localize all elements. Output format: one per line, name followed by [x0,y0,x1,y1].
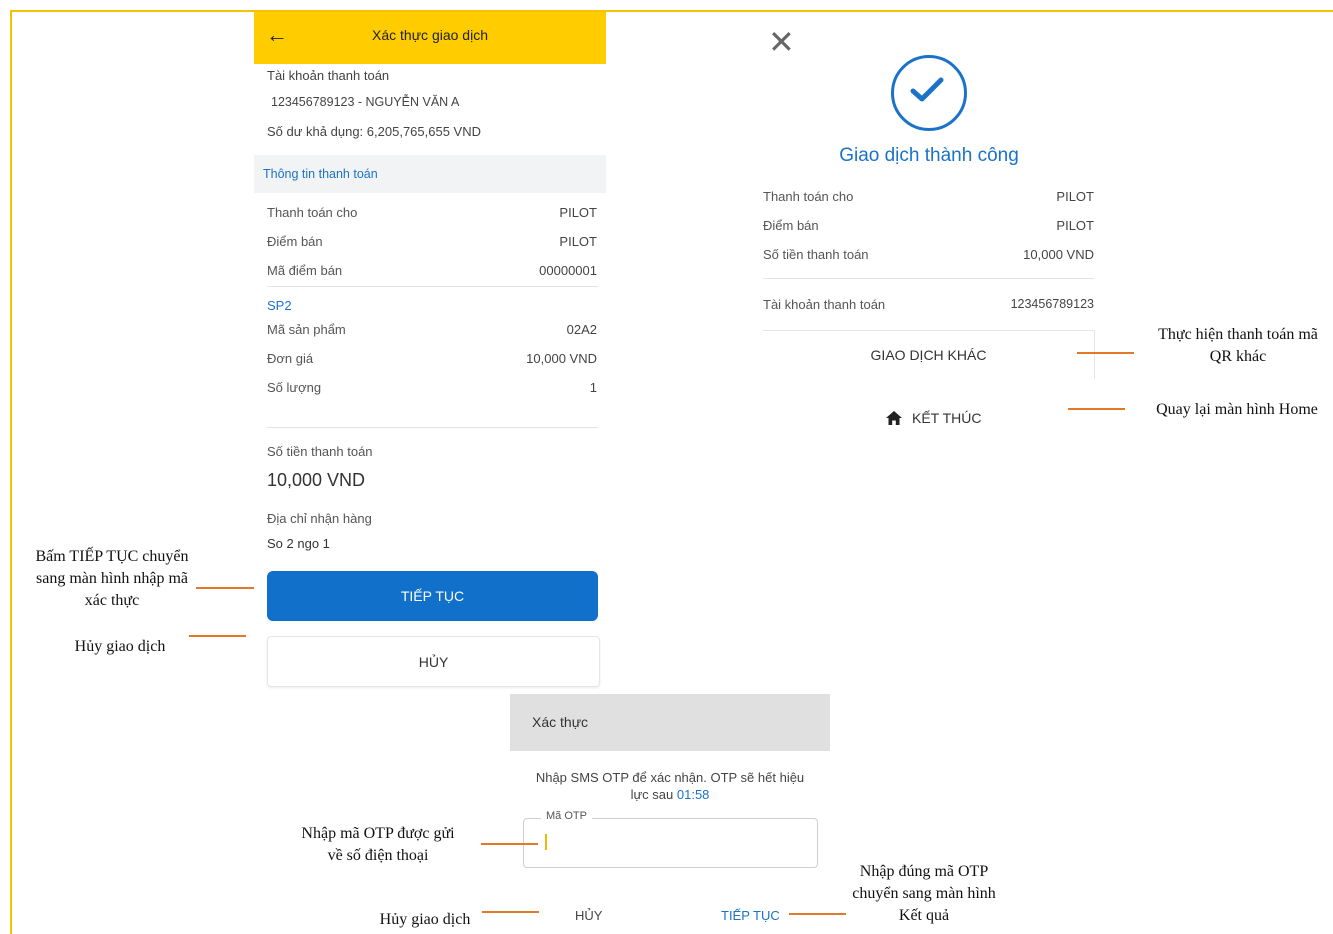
annotation-continue: Bấm TIẾP TỤC chuyển sang màn hình nhập m… [14,546,210,612]
annotation-text: Thực hiện thanh toán mã [1158,326,1318,343]
amount-label: Số tiền thanh toán [267,444,373,459]
frame-border-top [10,10,1333,12]
check-circle-icon [891,55,967,131]
cancel-button[interactable]: HỦY [267,636,600,687]
divider [267,286,598,287]
annotation-line [481,843,538,845]
section-title: Thông tin thanh toán [263,167,378,181]
info-row: Mã điểm bán 00000001 [267,263,597,278]
otp-message-line1: Nhập SMS OTP để xác nhận. OTP sẽ hết hiệ… [535,770,805,785]
row-value: PILOT [1056,218,1094,233]
row-value: 10,000 VND [526,351,597,366]
annotation-line [789,913,846,915]
address-label: Địa chỉ nhận hàng [267,511,372,526]
close-icon[interactable]: ✕ [768,26,795,58]
otp-continue-button[interactable]: TIẾP TỤC [721,908,780,923]
annotation-other-qr: Thực hiện thanh toán mã QR khác [1138,324,1333,368]
row-value: PILOT [559,205,597,220]
annotation-line [1068,408,1125,410]
home-icon [886,411,902,425]
annotation-otp-next: Nhập đúng mã OTP chuyển sang màn hình Kế… [832,861,1016,927]
balance-line: Số dư khả dụng: 6,205,765,655 VND [267,124,481,139]
amount-value: 10,000 VND [267,470,366,490]
success-title: Giao dịch thành công [839,145,1019,166]
annotation-line [482,911,539,913]
otp-text-caret [545,834,547,850]
annotation-home: Quay lại màn hình Home [1156,401,1318,418]
annotation-text: sang màn hình nhập mã [36,570,188,587]
row-label: Điểm bán [267,234,323,249]
end-button[interactable]: KẾT THÚC [886,410,982,426]
otp-field-label: Mã OTP [541,810,592,822]
otp-dialog-header: Xác thực [510,694,830,751]
payment-info-section: Thông tin thanh toán [254,155,606,193]
result-account-row: Tài khoản thanh toán 123456789123 [763,297,1094,312]
annotation-line [189,635,246,637]
otp-message-line2: lực sau 01:58 [510,786,830,803]
divider [763,278,1094,279]
product-row: Đơn giá 10,000 VND [267,351,597,366]
annotation-cancel: Hủy giao dịch [74,638,166,655]
confirm-header: ← Xác thực giao dịch [254,12,606,64]
annotation-text: Bấm TIẾP TỤC chuyển [35,548,189,565]
divider [267,427,598,428]
row-label: Đơn giá [267,351,314,366]
annotation-line [1077,352,1134,354]
row-label: Số tiền thanh toán [763,247,869,262]
balance-label: Số dư khả dụng: [267,124,364,139]
otp-message: Nhập SMS OTP để xác nhận. OTP sẽ hết hiệ… [510,769,830,803]
row-value: 02A2 [566,322,597,337]
info-row: Thanh toán cho PILOT [267,205,597,220]
row-value: 1 [589,380,597,395]
product-row: Mã sản phẩm 02A2 [267,322,597,337]
row-value: 123456789123 [1010,297,1094,311]
otp-cancel-button[interactable]: HỦY [575,908,602,923]
row-label: Mã sản phẩm [267,322,346,337]
annotation-text: Nhập mã OTP được gửi [301,825,455,842]
balance-value: 6,205,765,655 VND [366,124,481,139]
confirm-title: Xác thực giao dịch [372,27,488,43]
annotation-text: xác thực [84,592,140,609]
product-name: SP2 [267,298,292,313]
result-row: Điểm bán PILOT [763,218,1094,233]
info-row: Điểm bán PILOT [267,234,597,249]
otp-input[interactable] [523,818,818,868]
continue-button[interactable]: TIẾP TỤC [267,571,598,621]
product-row: Số lượng 1 [267,380,597,395]
otp-title: Xác thực [532,714,589,730]
account-label: Tài khoản thanh toán [267,68,390,83]
row-label: Số lượng [267,380,322,395]
row-value: 00000001 [539,263,597,278]
annotation-text: Nhập đúng mã OTP [859,863,989,880]
row-value: PILOT [559,234,597,249]
row-label: Mã điểm bán [267,263,343,278]
annotation-line [196,587,254,589]
end-label: KẾT THÚC [912,410,982,426]
annotation-text: chuyển sang màn hình [852,885,996,902]
row-label: Thanh toán cho [763,189,854,204]
other-transaction-button[interactable]: GIAO DỊCH KHÁC [763,330,1095,379]
row-label: Tài khoản thanh toán [763,297,886,312]
account-value: 123456789123 - NGUYỄN VĂN A [271,95,460,109]
annotation-text: Kết quả [898,907,950,924]
row-label: Thanh toán cho [267,205,358,220]
annotation-otp: Nhập mã OTP được gửi về số điện thoại [282,823,474,867]
row-value: 10,000 VND [1023,247,1094,262]
annotation-text: về số điện thoại [327,847,429,864]
otp-message-tail: lực sau [630,787,674,802]
otp-countdown: 01:58 [676,787,710,802]
annotation-otp-cancel: Hủy giao dịch [379,911,471,928]
address-value: So 2 ngo 1 [267,536,330,551]
row-label: Điểm bán [763,218,819,233]
annotation-text: QR khác [1209,348,1267,365]
frame-border-left [10,10,12,934]
result-row: Thanh toán cho PILOT [763,189,1094,204]
row-value: PILOT [1056,189,1094,204]
result-row: Số tiền thanh toán 10,000 VND [763,247,1094,262]
